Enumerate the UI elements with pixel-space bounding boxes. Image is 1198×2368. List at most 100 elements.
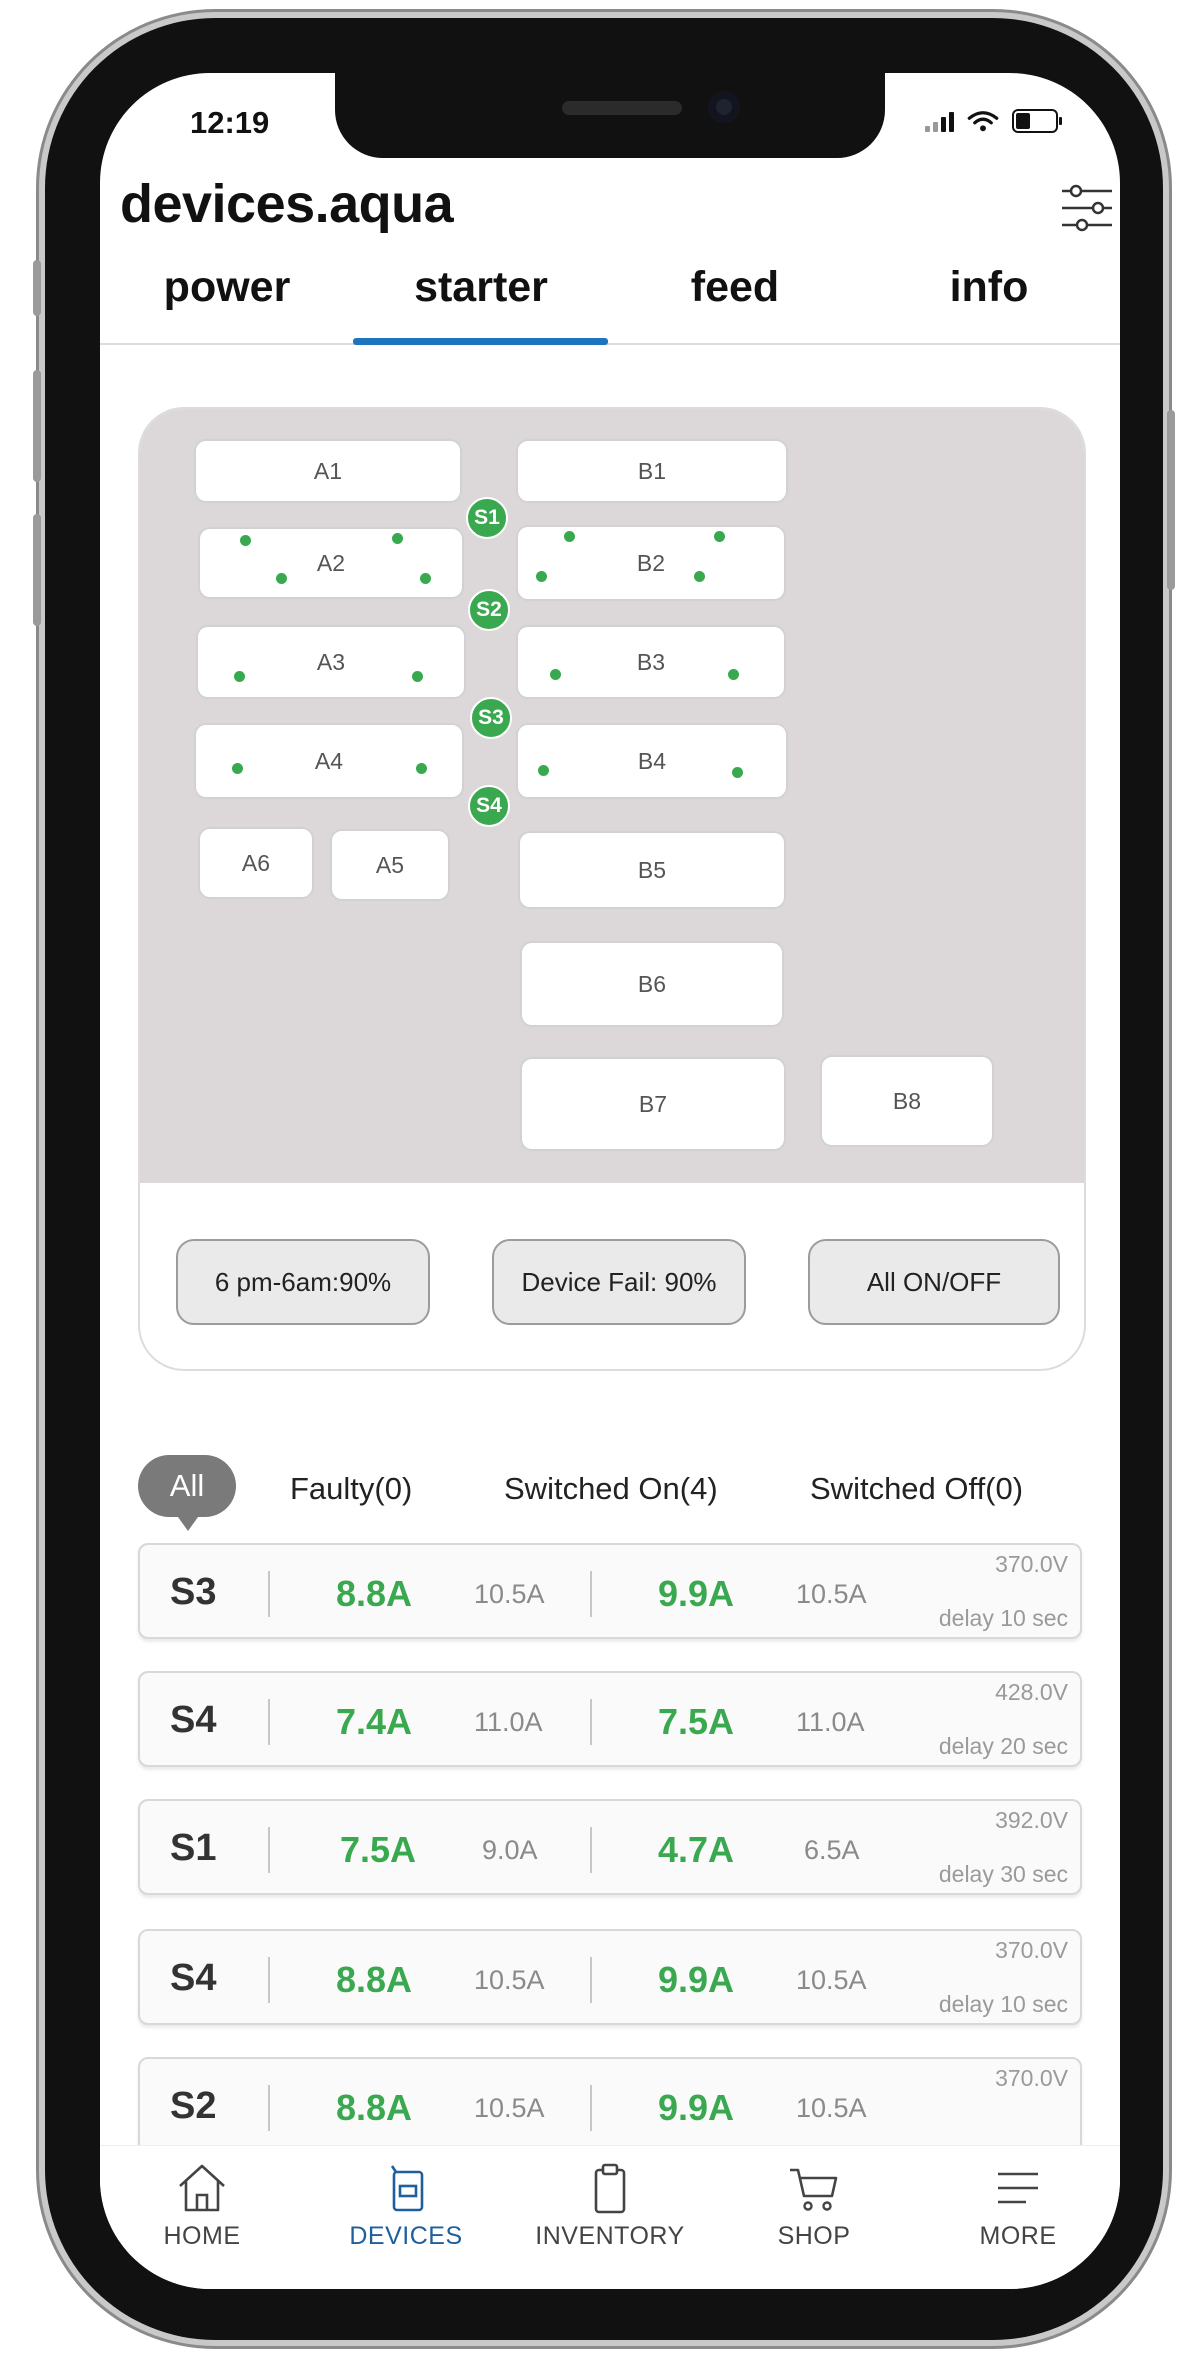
all-on-off-button[interactable]: All ON/OFF [808,1239,1060,1325]
divider [268,1699,270,1745]
current-reading-1: 8.8A [336,1573,413,1614]
device-dot [728,669,739,680]
tank-b4[interactable]: B4 [516,723,788,799]
divider [268,2085,270,2131]
starter-row[interactable]: S2 8.8A 10.5A 9.9A 10.5A 370.0V [138,2057,1082,2153]
starter-badge-s3[interactable]: S3 [470,697,512,739]
tank-b8[interactable]: B8 [820,1055,994,1147]
screen: 12:19 devices.aqua power starter feed in… [100,73,1120,2289]
current-reading-2: 9.9A [658,2087,735,2128]
current-reading-1: 8.8A [336,2087,413,2128]
filter-faulty[interactable]: Faulty(0) [290,1471,412,1507]
tank-a1[interactable]: A1 [194,439,462,503]
devices-icon [390,2165,424,2212]
device-dot [536,571,547,582]
starter-row[interactable]: S4 8.8A 10.5A 9.9A 10.5A 370.0V delay 10… [138,1929,1082,2025]
divider [590,2085,592,2131]
device-dot [564,531,575,542]
starter-badge-s4[interactable]: S4 [468,785,510,827]
nav-home[interactable]: HOME [100,2162,304,2251]
starter-map-card: A1 A2 A3 A4 A6 A5 B1 B2 B3 B4 B5 B6 B7 B… [138,407,1086,1371]
cart-icon [790,2168,838,2211]
divider [590,1571,592,1617]
tank-a2[interactable]: A2 [198,527,464,599]
current-reading-2: 4.7A [658,1829,735,1870]
starter-row[interactable]: S4 7.4A 11.0A 7.5A 11.0A 428.0V delay 20… [138,1671,1082,1767]
notch [335,73,885,158]
delay: delay 20 sec [938,1733,1068,1759]
nav-devices[interactable]: DEVICES [304,2162,508,2251]
max-current-2: 6.5A [804,1835,860,1865]
tank-b1[interactable]: B1 [516,439,788,503]
max-current-2: 10.5A [796,1965,867,1995]
filter-switched-off[interactable]: Switched Off(0) [810,1471,1023,1507]
active-tab-indicator [353,338,608,345]
device-fail-button[interactable]: Device Fail: 90% [492,1239,746,1325]
nav-label: DEVICES [349,2222,463,2250]
max-current-1: 11.0A [474,1707,543,1737]
current-reading-2: 7.5A [658,1701,735,1742]
status-icons [925,109,1062,133]
max-current-1: 10.5A [474,1965,545,1995]
starter-badge-s1[interactable]: S1 [466,497,508,539]
voltage: 428.0V [995,1679,1068,1705]
tank-a3[interactable]: A3 [196,625,466,699]
current-reading-2: 9.9A [658,1959,735,2000]
tab-info[interactable]: info [862,263,1116,312]
filter-all[interactable]: All [138,1455,236,1531]
filter-switched-on[interactable]: Switched On(4) [504,1471,718,1507]
tank-b2[interactable]: B2 [516,525,786,601]
nav-inventory[interactable]: INVENTORY [508,2162,712,2251]
tab-starter[interactable]: starter [354,263,608,312]
voltage: 370.0V [995,1551,1068,1577]
tab-feed[interactable]: feed [608,263,862,312]
tank-b7[interactable]: B7 [520,1057,786,1151]
starter-row[interactable]: S1 7.5A 9.0A 4.7A 6.5A 392.0V delay 30 s… [138,1799,1082,1895]
tab-bar: power starter feed info [100,233,1120,345]
device-dot [550,669,561,680]
tank-a4[interactable]: A4 [194,723,464,799]
tank-b6[interactable]: B6 [520,941,784,1027]
device-dot [240,535,251,546]
divider [268,1827,270,1873]
device-dot [276,573,287,584]
max-current-2: 10.5A [796,2093,867,2123]
voltage: 370.0V [995,2065,1068,2091]
tank-b3[interactable]: B3 [516,625,786,699]
nav-shop[interactable]: SHOP [712,2162,916,2251]
current-reading-1: 7.5A [340,1829,417,1870]
starter-name: S3 [170,1571,217,1613]
divider [590,1957,592,2003]
mute-switch [33,260,41,316]
tab-power[interactable]: power [100,263,354,312]
max-current-2: 10.5A [796,1579,867,1609]
nav-label: MORE [979,2222,1057,2250]
tank-b5[interactable]: B5 [518,831,786,909]
tank-a5[interactable]: A5 [330,829,450,901]
device-dot [416,763,427,774]
device-dot [538,765,549,776]
volume-down-button [33,514,41,626]
delay: delay 30 sec [938,1861,1068,1887]
schedule-button[interactable]: 6 pm-6am:90% [176,1239,430,1325]
device-dot [732,767,743,778]
starter-name: S1 [170,1827,217,1869]
home-icon [179,2164,225,2212]
current-reading-1: 7.4A [336,1701,413,1742]
signal-icon [925,110,954,132]
delay: delay 10 sec [938,1605,1068,1631]
starter-row[interactable]: S3 8.8A 10.5A 9.9A 10.5A 370.0V delay 10… [138,1543,1082,1639]
status-time: 12:19 [190,105,270,140]
nav-label: INVENTORY [535,2222,685,2250]
tank-a6[interactable]: A6 [198,827,314,899]
power-button [1167,410,1175,590]
nav-more[interactable]: MORE [916,2162,1120,2251]
starter-name: S2 [170,2085,217,2127]
device-dot [232,763,243,774]
starter-badge-s2[interactable]: S2 [468,589,510,631]
nav-label: SHOP [777,2222,851,2250]
battery-icon [1012,109,1062,133]
sliders-icon[interactable] [1060,181,1114,235]
device-dot [714,531,725,542]
device-dot [234,671,245,682]
